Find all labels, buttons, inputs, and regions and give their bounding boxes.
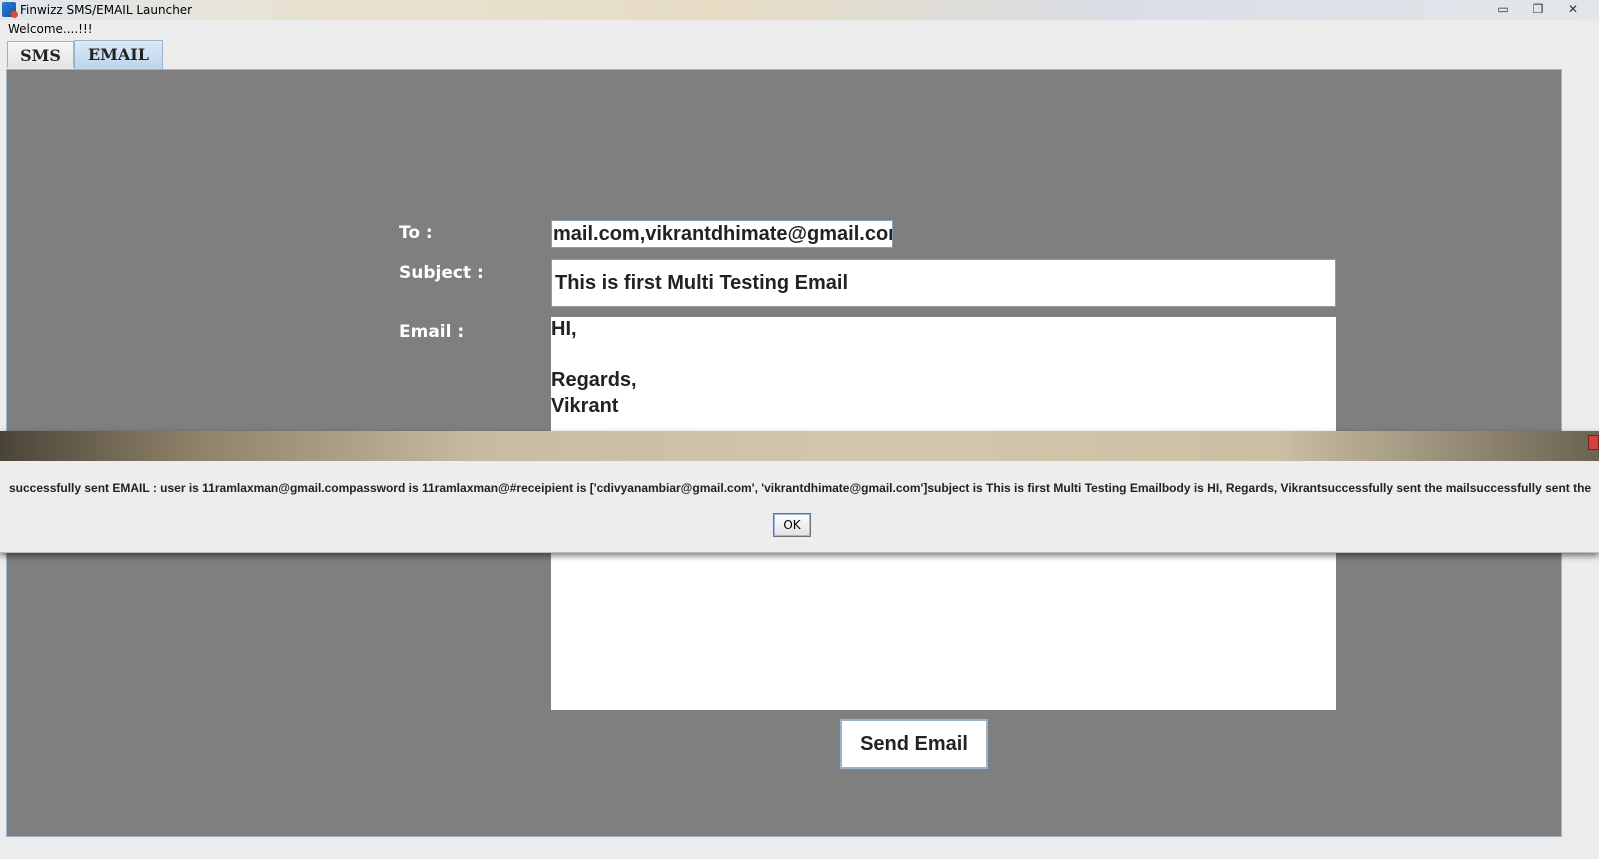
dialog-title-bar[interactable] (0, 431, 1599, 462)
subject-input[interactable]: This is first Multi Testing Email (551, 259, 1336, 307)
email-label: Email : (399, 322, 465, 342)
dialog-message: successfully sent EMAIL : user is 11raml… (9, 481, 1592, 495)
message-dialog: successfully sent EMAIL : user is 11raml… (0, 431, 1599, 553)
minimize-button[interactable]: ▭ (1491, 1, 1515, 17)
email-body-line: Regards, (551, 369, 637, 391)
to-input[interactable]: mail.com,vikrantdhimate@gmail.com (551, 220, 893, 248)
app-icon (2, 2, 18, 18)
window-title: Finwizz SMS/EMAIL Launcher (20, 3, 193, 17)
email-body-line (551, 343, 1336, 369)
tab-sms[interactable]: SMS (7, 41, 74, 68)
app-window: Finwizz SMS/EMAIL Launcher ▭ ❐ ✕ Welcome… (0, 0, 1599, 859)
title-bar[interactable]: Finwizz SMS/EMAIL Launcher ▭ ❐ ✕ (0, 0, 1599, 20)
welcome-text: Welcome....!!! (8, 22, 93, 36)
restore-button[interactable]: ❐ (1526, 1, 1550, 17)
dialog-close-icon[interactable] (1588, 435, 1599, 450)
email-body-line: Vikrant (551, 394, 619, 417)
send-email-button[interactable]: Send Email (840, 719, 988, 769)
window-controls: ▭ ❐ ✕ (1491, 1, 1585, 17)
ok-button[interactable]: OK (773, 513, 811, 537)
email-body-line: HI, (551, 318, 577, 340)
to-label: To : (399, 223, 433, 243)
close-button[interactable]: ✕ (1561, 1, 1585, 17)
dialog-body: successfully sent EMAIL : user is 11raml… (0, 461, 1599, 553)
subject-label: Subject : (399, 263, 484, 283)
tab-email[interactable]: EMAIL (74, 40, 163, 69)
